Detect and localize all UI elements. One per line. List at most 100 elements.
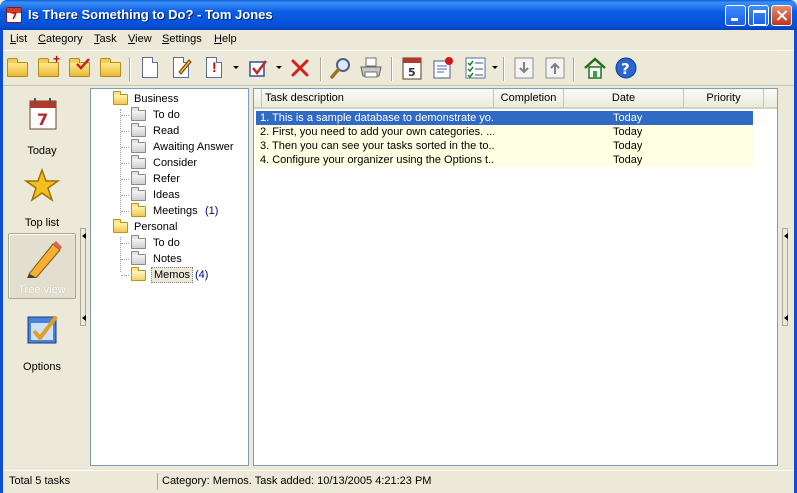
collapse-right-arrow-icon[interactable]: [784, 233, 788, 239]
toolbar-separator: [129, 57, 131, 81]
home-button[interactable]: [582, 55, 608, 81]
edit-task-button[interactable]: [168, 55, 194, 81]
new-category-button[interactable]: +: [36, 52, 62, 81]
nav-today-label: Today: [27, 145, 57, 157]
left-splitter[interactable]: [80, 228, 86, 326]
minimize-button[interactable]: [725, 5, 746, 26]
search-button[interactable]: [328, 55, 354, 81]
tree-connector: [121, 211, 129, 212]
move-down-icon: [514, 57, 534, 79]
column-completion[interactable]: Completion: [494, 89, 564, 108]
category-tree[interactable]: Business To do Read Awaiting Answer Cons…: [90, 88, 249, 466]
task-description: 1. This is a sample database to demonstr…: [260, 112, 494, 124]
column-spacer: [254, 89, 262, 108]
folder-icon: [131, 107, 146, 121]
nav-today[interactable]: 7 Today: [8, 93, 76, 159]
collapse-left-arrow-icon[interactable]: [82, 233, 86, 239]
task-date: Today: [613, 112, 643, 124]
svg-text:5: 5: [408, 66, 416, 79]
app-calendar-icon[interactable]: 7: [6, 7, 22, 23]
folder-icon: [131, 235, 146, 249]
table-row[interactable]: 1. This is a sample database to demonstr…: [256, 111, 753, 125]
exclamation-icon: !: [212, 59, 217, 75]
tree-node-count: (4): [195, 269, 209, 281]
task-description: 4. Configure your organizer using the Op…: [260, 154, 494, 166]
window-title: Is There Something to Do? - Tom Jones: [28, 7, 273, 22]
delete-button[interactable]: [287, 55, 313, 81]
right-splitter[interactable]: [782, 228, 788, 326]
tree-connector: [121, 163, 129, 164]
nav-tree-view-label: Tree view: [18, 284, 66, 296]
checklist-button[interactable]: [462, 55, 488, 81]
nav-options[interactable]: Options: [8, 309, 76, 375]
tree-connector: [121, 259, 129, 260]
table-row[interactable]: 4. Configure your organizer using the Op…: [256, 153, 753, 167]
home-icon: [584, 57, 606, 79]
menu-list[interactable]: List: [10, 33, 27, 45]
tree-connector: [121, 147, 129, 148]
table-row[interactable]: 2. First, you need to add your own categ…: [256, 125, 753, 139]
print-button[interactable]: [358, 55, 384, 81]
priority-dropdown-arrow[interactable]: [233, 66, 239, 69]
close-button[interactable]: [771, 5, 792, 26]
svg-text:?: ?: [621, 60, 630, 78]
column-date[interactable]: Date: [564, 89, 684, 108]
tree-node-label: Refer: [153, 173, 180, 185]
task-description: 2. First, you need to add your own categ…: [260, 126, 494, 138]
note-pin-icon: [433, 57, 453, 79]
tree-connector: [121, 131, 129, 132]
nav-top-list[interactable]: Top list: [8, 165, 76, 231]
menu-category[interactable]: Category: [38, 33, 83, 45]
table-row[interactable]: 3. Then you can see your tasks sorted in…: [256, 139, 753, 153]
edit-category-button[interactable]: [67, 55, 93, 81]
checklist-icon: [465, 57, 486, 79]
folder-icon: [131, 251, 146, 265]
delete-x-icon: [291, 59, 309, 77]
nav-tree-view[interactable]: Tree view: [8, 233, 76, 299]
calendar-icon: 5: [402, 57, 422, 80]
collapse-right-arrow-icon[interactable]: [784, 315, 788, 321]
new-task-button[interactable]: [137, 55, 163, 81]
open-folder-button[interactable]: [5, 55, 31, 81]
menu-view[interactable]: View: [128, 33, 152, 45]
checklist-dropdown-arrow[interactable]: [492, 66, 498, 69]
complete-task-button[interactable]: [246, 55, 272, 81]
column-priority[interactable]: Priority: [684, 89, 764, 108]
new-page-icon: [142, 57, 158, 78]
notes-button[interactable]: [430, 55, 456, 81]
task-priority-button[interactable]: !: [201, 55, 227, 81]
tree-node-label: Awaiting Answer: [153, 141, 234, 153]
status-bar: Total 5 tasks Category: Memos. Task adde…: [3, 470, 794, 490]
toolbar: + ! 5 ?: [3, 50, 794, 86]
toolbar-separator: [320, 57, 322, 81]
menu-bar: List Category Task View Settings Help: [3, 30, 794, 49]
toolbar-separator: [391, 57, 393, 81]
maximize-button[interactable]: [748, 5, 769, 26]
tree-connector: [121, 275, 129, 276]
plus-icon: +: [53, 52, 61, 66]
folder-button[interactable]: [98, 55, 124, 81]
menu-task[interactable]: Task: [94, 33, 117, 45]
menu-settings[interactable]: Settings: [162, 33, 202, 45]
complete-dropdown-arrow[interactable]: [276, 66, 282, 69]
folder-icon: [131, 139, 146, 153]
column-task-description[interactable]: Task description: [262, 89, 494, 108]
tree-node-label: To do: [153, 109, 180, 121]
help-button[interactable]: ?: [613, 55, 639, 81]
move-down-button[interactable]: [511, 55, 537, 81]
folder-icon: [131, 123, 146, 137]
calendar-button[interactable]: 5: [399, 55, 425, 81]
task-date: Today: [613, 126, 643, 138]
status-info: Category: Memos. Task added: 10/13/2005 …: [157, 473, 791, 490]
tree-connector: [121, 195, 129, 196]
menu-help[interactable]: Help: [214, 33, 237, 45]
task-list[interactable]: Task description Completion Date Priorit…: [253, 88, 778, 466]
title-bar: 7 Is There Something to Do? - Tom Jones: [0, 0, 797, 30]
folder-icon: [131, 171, 146, 185]
tree-node-label: To do: [153, 237, 180, 249]
tree-connector: [121, 115, 129, 116]
tree-connector: [120, 109, 121, 215]
move-up-button[interactable]: [542, 55, 568, 81]
collapse-left-arrow-icon[interactable]: [82, 315, 86, 321]
tree-connector: [121, 243, 129, 244]
